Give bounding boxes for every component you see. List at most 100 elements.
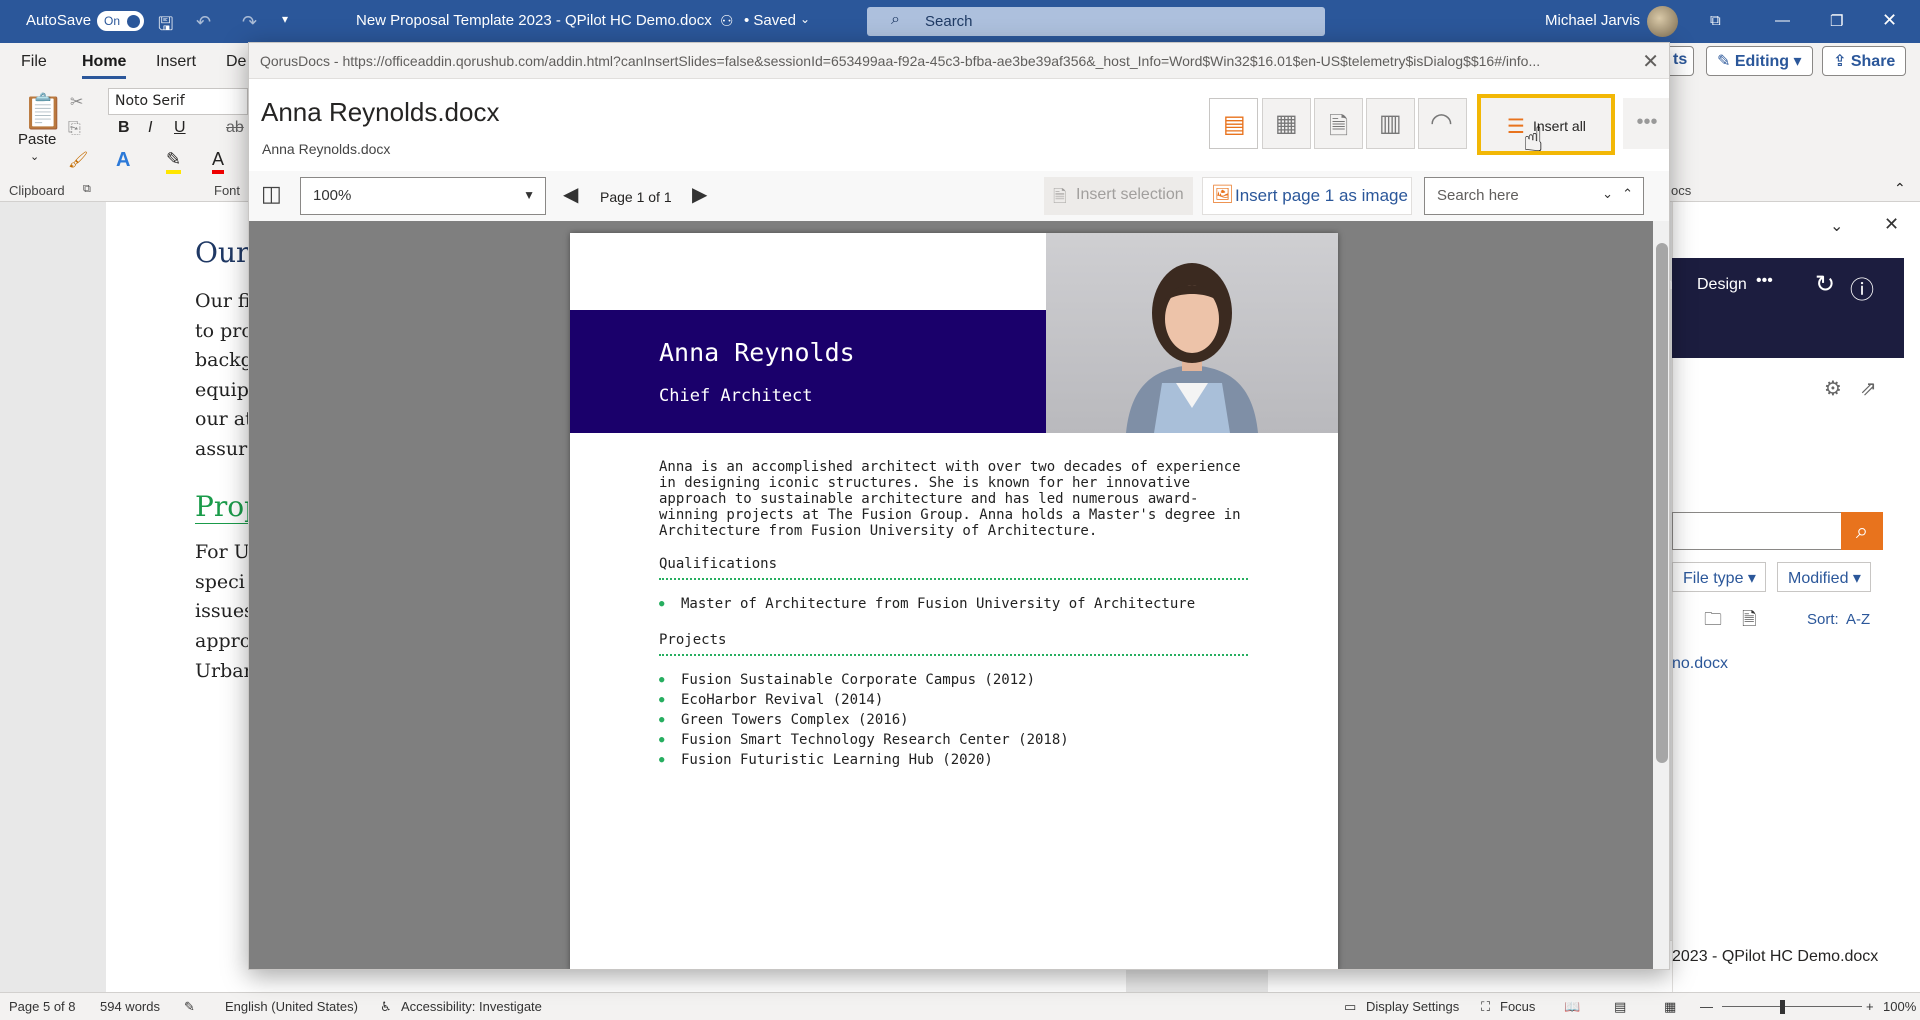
undo-icon[interactable]: ↶ [196, 12, 211, 33]
saved-status[interactable]: • Saved [744, 12, 796, 29]
customize-qat-icon[interactable]: ▾ [282, 12, 288, 26]
paste-icon[interactable]: 📋 [22, 92, 64, 132]
copy-icon[interactable]: ⎘ [68, 120, 81, 138]
bold-icon[interactable]: B [118, 119, 130, 137]
cv-qualifications-heading: Qualifications [659, 556, 778, 572]
tab-insert[interactable]: Insert [156, 53, 196, 71]
close-window-icon[interactable]: ✕ [1882, 10, 1897, 31]
close-icon[interactable]: ✕ [1642, 49, 1659, 74]
dialog-titlebar[interactable]: QorusDocs - https://officeaddin.qorushub… [249, 43, 1669, 79]
hand-cursor-icon: ☝ [1523, 121, 1544, 159]
underline-icon[interactable]: U [174, 119, 186, 137]
proofing-icon[interactable]: ✎ [184, 999, 195, 1015]
zoom-slider[interactable] [1722, 1006, 1862, 1007]
doc-line: issues [195, 600, 254, 622]
tab-file[interactable]: File [21, 53, 47, 71]
dashboard-view-button[interactable]: ◠ [1418, 98, 1467, 149]
chevron-down-icon[interactable]: ⌄ [30, 150, 39, 163]
file-link[interactable]: no.docx [1672, 655, 1728, 673]
insert-all-button[interactable]: ☰ Insert all ☝ [1477, 94, 1615, 159]
save-icon[interactable]: 🖫 [158, 12, 173, 42]
tab-design[interactable]: De [226, 53, 246, 71]
web-layout-icon[interactable]: ▦ [1664, 999, 1676, 1015]
cut-icon[interactable]: ✂ [70, 92, 83, 112]
file-subtitle: Anna Reynolds.docx [262, 141, 391, 157]
language-status[interactable]: English (United States) [225, 999, 358, 1014]
font-name-box[interactable]: Noto Serif [108, 88, 248, 115]
zoom-out-icon[interactable]: — [1700, 999, 1713, 1014]
right-tab-fragment[interactable]: ts [1666, 46, 1695, 76]
sort-value[interactable]: A-Z [1846, 611, 1870, 628]
display-settings[interactable]: Display Settings [1366, 999, 1459, 1014]
text-effects-icon[interactable]: A [116, 149, 130, 172]
highlight-icon[interactable]: ✎ [166, 149, 182, 174]
word-search-box[interactable]: ⌕ Search [867, 7, 1325, 36]
ribbon-display-icon[interactable]: ⧉ [1710, 12, 1721, 29]
redo-icon[interactable]: ↷ [242, 12, 257, 33]
help-icon[interactable]: ⓘ [1850, 270, 1874, 305]
zoom-slider-thumb[interactable] [1780, 1000, 1785, 1014]
read-mode-icon[interactable]: 📖 [1564, 999, 1580, 1015]
dialog-search-input[interactable]: Search here ⌄ ⌃ [1424, 177, 1644, 215]
print-layout-icon[interactable]: ▤ [1614, 999, 1626, 1015]
more-options-icon[interactable]: ••• [1756, 272, 1773, 290]
restore-icon[interactable]: ❐ [1830, 12, 1843, 30]
next-page-icon[interactable]: ▶ [692, 182, 707, 207]
accessibility-status[interactable]: Accessibility: Investigate [401, 999, 542, 1014]
page-view-button[interactable]: 🗎 [1314, 98, 1363, 149]
new-folder-icon[interactable]: 🗀 [1704, 607, 1722, 637]
chevron-up-icon[interactable]: ⌃ [1622, 186, 1633, 202]
strikethrough-icon[interactable]: ab [226, 119, 244, 137]
search-icon[interactable]: ⌕ [1841, 512, 1883, 550]
chevron-down-icon[interactable]: ⌄ [1830, 216, 1843, 236]
insert-page-image-button[interactable]: 🖼 Insert page 1 as image [1202, 177, 1412, 215]
accessibility-icon[interactable]: ♿ [380, 999, 392, 1015]
open-external-icon[interactable]: ⇗ [1860, 376, 1877, 401]
italic-icon[interactable]: I [148, 119, 152, 137]
prev-page-icon[interactable]: ◀ [563, 182, 578, 207]
cv-preview-page[interactable]: Anna Reynolds Chief Architect Anna is an… [570, 233, 1338, 969]
collapse-ribbon-icon[interactable]: ⌃ [1894, 180, 1906, 197]
document-view-button[interactable]: ▤ [1209, 98, 1258, 149]
file-title: Anna Reynolds.docx [261, 97, 500, 127]
chevron-down-icon[interactable]: ⌄ [800, 12, 810, 26]
grid-view-button[interactable]: ▦ [1262, 98, 1311, 149]
filetype-filter[interactable]: File type ▾ [1672, 562, 1766, 592]
side-tab-design[interactable]: Design [1697, 276, 1747, 294]
page-search-icon: 🗎 [1329, 113, 1349, 140]
new-file-icon[interactable]: 🗎 [1742, 607, 1756, 637]
avatar[interactable] [1647, 6, 1678, 37]
format-painter-icon[interactable]: 🖌 [68, 150, 88, 170]
modified-filter[interactable]: Modified ▾ [1777, 562, 1871, 592]
minimize-icon[interactable]: — [1775, 12, 1790, 29]
more-options-icon[interactable]: ••• [1623, 98, 1669, 149]
font-color-icon[interactable]: A [212, 149, 225, 174]
chevron-down-icon[interactable]: ⌄ [1602, 186, 1613, 202]
side-search-input[interactable] [1672, 512, 1842, 550]
autosave-toggle[interactable]: On [97, 11, 144, 31]
display-settings-icon[interactable]: ▭ [1344, 999, 1356, 1015]
editing-button[interactable]: ✎ Editing ▾ [1706, 46, 1813, 76]
page-count[interactable]: Page 5 of 8 [9, 999, 76, 1014]
sidebar-toggle-icon[interactable]: ◫ [261, 181, 282, 207]
user-name[interactable]: Michael Jarvis [1545, 12, 1640, 29]
scrollbar-thumb[interactable] [1656, 243, 1668, 763]
doc-line: backg [195, 349, 253, 371]
settings-icon[interactable]: ⚙ [1824, 376, 1842, 401]
close-pane-icon[interactable]: ✕ [1884, 214, 1899, 235]
zoom-select[interactable]: 100% ▼ [300, 177, 546, 215]
portrait-illustration [1126, 263, 1258, 433]
refresh-icon[interactable]: ↻ [1815, 270, 1835, 299]
focus-mode[interactable]: Focus [1500, 999, 1535, 1014]
insert-selection-button[interactable]: 🗎 Insert selection [1044, 177, 1193, 215]
focus-icon[interactable]: ⛶ [1481, 999, 1490, 1015]
dialog-launcher-icon[interactable]: ⧉ [83, 183, 91, 196]
tab-home[interactable]: Home [82, 53, 127, 79]
share-button[interactable]: ⇪ Share [1822, 46, 1907, 76]
cv-bio-line: Architecture from Fusion University of A… [659, 523, 1098, 539]
paste-label[interactable]: Paste [18, 131, 56, 148]
zoom-level[interactable]: 100% [1883, 999, 1916, 1014]
zoom-in-icon[interactable]: + [1866, 999, 1874, 1014]
table-view-button[interactable]: ▥ [1366, 98, 1415, 149]
word-count[interactable]: 594 words [100, 999, 160, 1014]
